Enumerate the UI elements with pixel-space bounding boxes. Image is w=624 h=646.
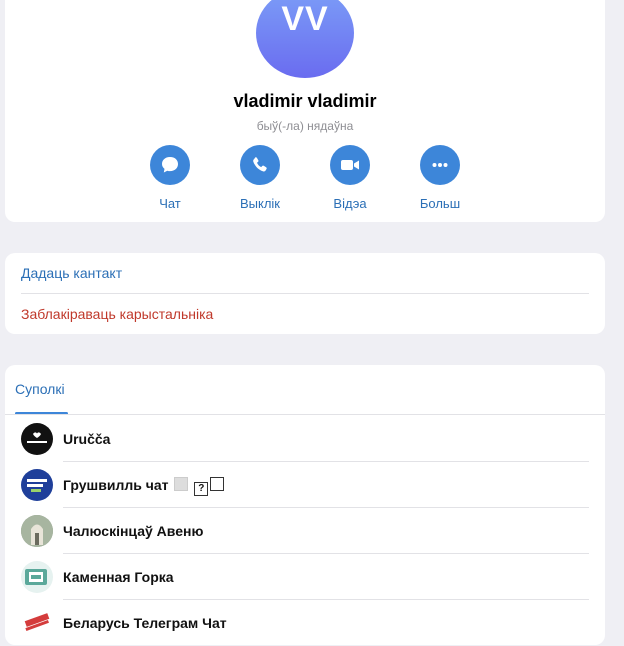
group-name: Чалюскінцаў Авеню xyxy=(63,523,204,539)
contact-actions-card: Дадаць кантакт Заблакіраваць карыстальні… xyxy=(5,253,605,334)
more-dots-icon xyxy=(420,145,460,185)
group-item-chaluskintsau-avenue[interactable]: Чалюскінцаў Авеню xyxy=(5,508,605,554)
more-button[interactable]: Больш xyxy=(400,145,480,211)
chat-button[interactable]: Чат xyxy=(130,145,210,211)
group-name: Uručča xyxy=(63,431,111,447)
group-avatar xyxy=(21,423,53,455)
group-item-grushvill-chat[interactable]: Грушвилль чат ? xyxy=(5,462,605,508)
avatar-initials: VV xyxy=(281,0,329,38)
group-avatar xyxy=(21,515,53,547)
phone-icon xyxy=(240,145,280,185)
group-avatar xyxy=(21,607,53,639)
unknown-glyph-icon: ? xyxy=(194,482,209,496)
group-avatar xyxy=(21,469,53,501)
placeholder-glyph-icon xyxy=(174,477,189,491)
call-button[interactable]: Выклік xyxy=(220,145,300,211)
chat-bubble-icon xyxy=(150,145,190,185)
group-item-kamennaya-gorka[interactable]: Каменная Горка xyxy=(5,554,605,600)
divider xyxy=(5,414,605,415)
more-button-label: Больш xyxy=(419,196,461,211)
tab-groups[interactable]: Суполкі xyxy=(15,381,65,397)
block-user-button[interactable]: Заблакіраваць карыстальніка xyxy=(21,306,213,322)
profile-name: vladimir vladimir xyxy=(233,91,377,111)
groups-card: Суполкі Uručča Грушвилль чат ? Чалюскінц… xyxy=(5,365,605,645)
avatar: VV xyxy=(256,0,354,78)
group-item-belarus-telegram-chat[interactable]: Беларусь Телеграм Чат xyxy=(5,600,605,646)
video-button[interactable]: Відэа xyxy=(310,145,390,211)
group-name-text: Грушвилль чат xyxy=(63,477,169,493)
video-button-label: Відэа xyxy=(333,196,367,211)
group-name: Грушвилль чат ? xyxy=(63,477,225,496)
placeholder-glyph-icon xyxy=(210,477,225,491)
add-contact-button[interactable]: Дадаць кантакт xyxy=(21,265,122,281)
group-name: Беларусь Телеграм Чат xyxy=(63,615,227,631)
group-avatar xyxy=(21,561,53,593)
chat-button-label: Чат xyxy=(159,196,181,211)
video-camera-icon xyxy=(330,145,370,185)
call-button-label: Выклік xyxy=(239,196,280,211)
group-item-uručča[interactable]: Uručča xyxy=(5,416,605,462)
profile-card: VV vladimir vladimir быў(-ла) нядаўна Ча… xyxy=(5,0,605,222)
divider xyxy=(21,293,589,294)
last-seen-status: быў(-ла) нядаўна xyxy=(256,119,354,133)
group-name: Каменная Горка xyxy=(63,569,174,585)
